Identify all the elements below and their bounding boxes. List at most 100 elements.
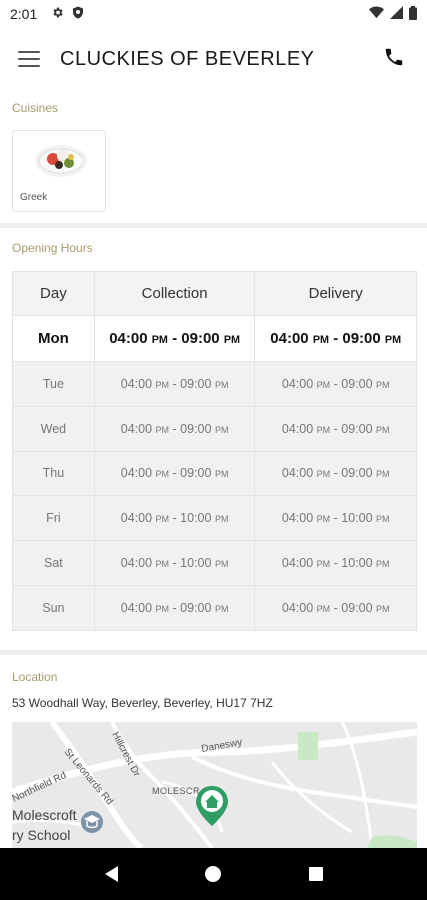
time-separator: - — [333, 330, 339, 347]
period-label: PM — [155, 559, 170, 570]
collection-close-time: 09:00 — [180, 421, 212, 436]
hours-day: Sat — [12, 540, 95, 586]
hours-collection: 04:00 PM - 10:00 PM — [93, 495, 256, 542]
map-label-area: MOLESCR — [152, 786, 200, 796]
hours-collection: 04:00 PM - 09:00 PM — [93, 405, 256, 452]
header-collection: Collection — [93, 271, 256, 316]
battery-icon — [409, 5, 417, 23]
cuisine-name: Greek — [20, 192, 48, 203]
period-label: PM — [155, 469, 170, 480]
delivery-open-time: 04:00 — [270, 330, 309, 347]
section-divider — [0, 223, 427, 228]
table-header-row: Day Collection Delivery — [12, 271, 417, 316]
period-label: PM — [316, 379, 331, 390]
map-label-school-1: Molescroft — [12, 807, 77, 823]
school-marker-icon — [81, 811, 103, 833]
delivery-open-time: 04:00 — [281, 600, 314, 615]
delivery-close-time: 09:00 — [341, 421, 373, 436]
page-title: CLUCKIES OF BEVERLEY — [60, 47, 315, 70]
period-label: PM — [316, 424, 331, 435]
period-label: PM — [384, 334, 402, 346]
hours-collection: 04:00 PM - 09:00 PM — [93, 361, 256, 407]
map-label-school-2: ry School — [12, 827, 70, 843]
opening-hours-table: Day Collection Delivery Mon 04:00 PM - 09… — [12, 271, 417, 631]
delivery-close-time: 09:00 — [342, 330, 381, 347]
cuisine-card-greek[interactable]: Greek — [12, 130, 106, 212]
status-time: 2:01 — [10, 6, 38, 22]
hours-collection: 04:00 PM - 09:00 PM — [93, 584, 256, 631]
menu-icon[interactable] — [18, 51, 40, 67]
recents-icon[interactable] — [301, 859, 331, 889]
delivery-open-time: 04:00 — [281, 556, 314, 571]
hours-day: Thu — [12, 450, 95, 497]
hours-row: Sat 04:00 PM - 10:00 PM 04:00 PM - 10:00 P… — [12, 540, 417, 586]
delivery-close-time: 09:00 — [341, 600, 373, 615]
header-day: Day — [12, 271, 95, 316]
period-label: PM — [214, 603, 229, 614]
period-label: PM — [214, 379, 229, 390]
hours-delivery: 04:00 PM - 09:00 PM — [254, 584, 417, 631]
time-separator: - — [172, 376, 177, 391]
delivery-open-time: 04:00 — [281, 421, 314, 436]
hours-row: Mon 04:00 PM - 09:00 PM 04:00 PM - 09:00 P… — [12, 315, 417, 362]
hours-delivery: 04:00 PM - 10:00 PM — [254, 495, 417, 542]
greek-dish-image — [35, 145, 87, 177]
collection-close-time: 09:00 — [180, 600, 212, 615]
hours-collection: 04:00 PM - 09:00 PM — [93, 315, 256, 362]
hours-day: Tue — [12, 361, 95, 407]
opening-hours-label: Opening Hours — [12, 241, 93, 255]
hours-day: Mon — [12, 315, 95, 362]
cuisines-label: Cuisines — [12, 101, 59, 115]
collection-close-time: 10:00 — [180, 511, 212, 526]
collection-open-time: 04:00 — [120, 421, 153, 436]
hours-row: Thu 04:00 PM - 09:00 PM 04:00 PM - 09:00 P… — [12, 450, 417, 497]
status-bar: 2:01 — [0, 0, 427, 28]
location-label: Location — [12, 670, 58, 684]
back-icon[interactable] — [96, 859, 126, 889]
delivery-open-time: 04:00 — [281, 511, 314, 526]
delivery-close-time: 09:00 — [341, 466, 373, 481]
time-separator: - — [333, 511, 338, 526]
hours-row: Tue 04:00 PM - 09:00 PM 04:00 PM - 09:00 P… — [12, 361, 417, 407]
location-map[interactable]: St Leonards Rd Hillcrest Dr Daneswy Nort… — [12, 722, 417, 848]
hours-row: Fri 04:00 PM - 10:00 PM 04:00 PM - 10:00 P… — [12, 495, 417, 542]
time-separator: - — [333, 466, 338, 481]
hours-delivery: 04:00 PM - 09:00 PM — [254, 405, 417, 452]
time-separator: - — [172, 600, 177, 615]
delivery-open-time: 04:00 — [281, 376, 314, 391]
time-separator: - — [172, 330, 178, 347]
period-label: PM — [223, 334, 241, 346]
hours-day: Wed — [12, 405, 95, 452]
collection-open-time: 04:00 — [120, 376, 153, 391]
period-label: PM — [376, 424, 390, 435]
header-delivery: Delivery — [254, 271, 417, 316]
wifi-icon — [369, 6, 384, 22]
cell-signal-icon — [390, 6, 403, 22]
home-icon[interactable] — [198, 859, 228, 889]
period-label: PM — [155, 603, 170, 614]
phone-icon[interactable] — [383, 46, 409, 72]
hours-row: Wed 04:00 PM - 09:00 PM 04:00 PM - 09:00 P… — [12, 405, 417, 452]
hours-day: Fri — [12, 495, 95, 542]
address-text: 53 Woodhall Way, Beverley, Beverley, HU1… — [12, 696, 273, 710]
time-separator: - — [172, 511, 177, 526]
hours-delivery: 04:00 PM - 09:00 PM — [254, 361, 417, 407]
collection-close-time: 09:00 — [181, 330, 220, 347]
period-label: PM — [312, 334, 330, 346]
time-separator: - — [333, 600, 338, 615]
delivery-close-time: 09:00 — [341, 376, 373, 391]
period-label: PM — [376, 559, 390, 570]
period-label: PM — [316, 469, 331, 480]
delivery-open-time: 04:00 — [281, 466, 314, 481]
shield-icon — [72, 6, 84, 22]
hours-delivery: 04:00 PM - 09:00 PM — [254, 450, 417, 497]
time-separator: - — [333, 376, 338, 391]
hours-row: Sun 04:00 PM - 09:00 PM 04:00 PM - 09:00 P… — [12, 584, 417, 631]
delivery-close-time: 10:00 — [341, 556, 373, 571]
period-label: PM — [316, 603, 331, 614]
hours-delivery: 04:00 PM - 10:00 PM — [254, 540, 417, 586]
hours-collection: 04:00 PM - 09:00 PM — [93, 450, 256, 497]
period-label: PM — [155, 514, 170, 525]
period-label: PM — [214, 514, 229, 525]
settings-gear-icon — [51, 6, 64, 22]
